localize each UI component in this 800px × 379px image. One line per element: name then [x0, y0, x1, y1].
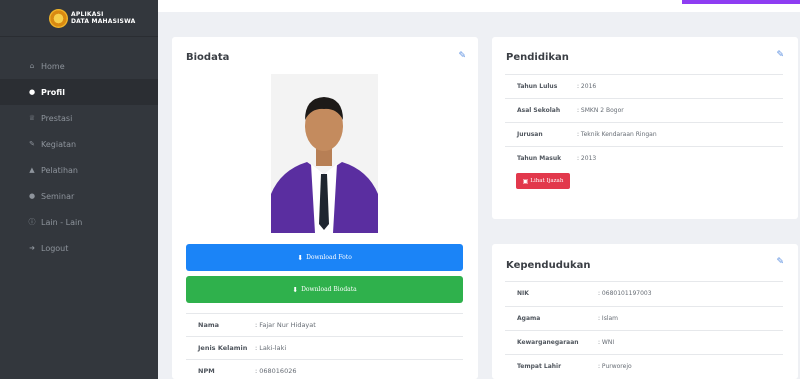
pendidikan-row-jurusan: Jurusan : Teknik Kendaraan Ringan	[505, 122, 783, 146]
biodata-title: Biodata	[186, 52, 230, 63]
info-icon: ⓘ	[28, 218, 36, 226]
biodata-row-npm: NPM : 068016026	[186, 359, 463, 379]
sidebar-item-prestasi[interactable]: ♕ Prestasi	[0, 105, 158, 131]
kependudukan-edit-icon[interactable]: ✎	[776, 257, 784, 267]
image-icon: ▣	[522, 177, 529, 185]
user-icon: ●	[28, 88, 36, 96]
kependudukan-card: Kependudukan ✎ NIK : 0680101197003 Agama…	[492, 244, 798, 379]
logo-icon	[49, 9, 68, 28]
kependudukan-row-tempat-lahir: Tempat Lahir : Purworejo	[505, 354, 783, 379]
biodata-row-nama: Nama : Fajar Nur Hidayat	[186, 313, 463, 336]
profile-photo	[271, 74, 378, 233]
pendidikan-title: Pendidikan	[506, 52, 569, 63]
top-bar	[158, 0, 800, 12]
graduation-cap-icon: ▲	[29, 166, 35, 174]
sidebar-item-profil[interactable]: ● Profil	[0, 79, 158, 105]
download-icon: ⬇	[297, 253, 304, 262]
top-accent-bar	[682, 0, 800, 4]
home-icon: ⌂	[29, 62, 35, 70]
biodata-edit-icon[interactable]: ✎	[458, 51, 466, 61]
brand-text: APLIKASI DATA MAHASISWA	[71, 11, 136, 25]
biodata-card: Biodata ✎ ⬇ Download Foto ⬇ Download Bio…	[172, 37, 478, 379]
circle-icon: ●	[28, 192, 36, 200]
edit-icon: ✎	[29, 140, 35, 148]
sidebar-item-pelatihan[interactable]: ▲ Pelatihan	[0, 157, 158, 183]
sidebar-item-lain-lain[interactable]: ⓘ Lain - Lain	[0, 209, 158, 235]
biodata-row-jenis-kelamin: Jenis Kelamin : Laki-laki	[186, 336, 463, 359]
kependudukan-row-nik: NIK : 0680101197003	[505, 281, 783, 306]
download-foto-button[interactable]: ⬇ Download Foto	[186, 244, 463, 271]
kependudukan-title: Kependudukan	[506, 260, 591, 271]
brand[interactable]: APLIKASI DATA MAHASISWA	[0, 0, 158, 37]
sidebar-item-seminar[interactable]: ● Seminar	[0, 183, 158, 209]
sidebar-item-logout[interactable]: ➜ Logout	[0, 235, 158, 261]
pendidikan-row-asal-sekolah: Asal Sekolah : SMKN 2 Bogor	[505, 98, 783, 122]
sign-out-icon: ➜	[29, 244, 35, 252]
pendidikan-card: Pendidikan ✎ Tahun Lulus : 2016 Asal Sek…	[492, 37, 798, 219]
lihat-ijazah-button[interactable]: ▣ Lihat Ijazah	[516, 173, 570, 189]
download-icon: ⬇	[292, 285, 299, 294]
pendidikan-edit-icon[interactable]: ✎	[776, 50, 784, 60]
pendidikan-row-tahun-masuk: Tahun Masuk : 2013	[505, 146, 783, 170]
kependudukan-row-agama: Agama : Islam	[505, 306, 783, 331]
sidebar-nav: ⌂ Home ● Profil ♕ Prestasi ✎ Kegiatan ▲ …	[0, 53, 158, 261]
trophy-icon: ♕	[28, 114, 36, 122]
sidebar: APLIKASI DATA MAHASISWA ⌂ Home ● Profil …	[0, 0, 158, 379]
pendidikan-row-tahun-lulus: Tahun Lulus : 2016	[505, 74, 783, 98]
kependudukan-row-kewarganegaraan: Kewarganegaraan : WNI	[505, 330, 783, 355]
sidebar-item-home[interactable]: ⌂ Home	[0, 53, 158, 79]
sidebar-item-kegiatan[interactable]: ✎ Kegiatan	[0, 131, 158, 157]
person-silhouette-icon	[271, 74, 378, 233]
download-biodata-button[interactable]: ⬇ Download Biodata	[186, 276, 463, 303]
